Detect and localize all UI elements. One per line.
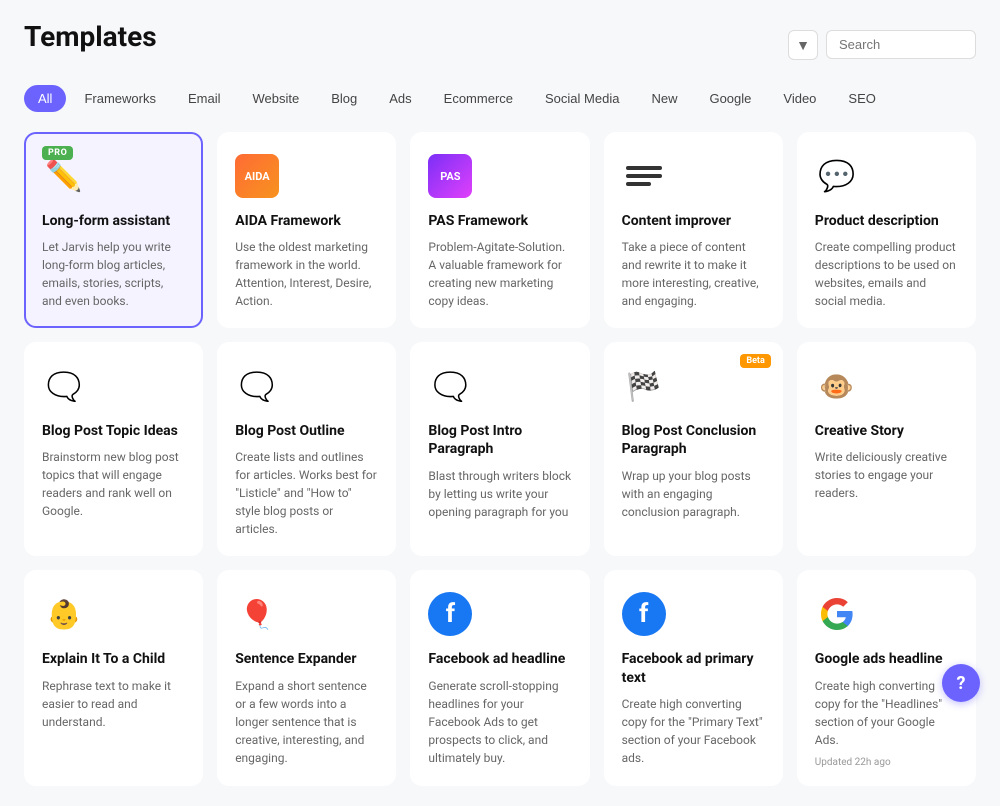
card-title: Blog Post Intro Paragraph [428, 422, 571, 458]
card-blog-intro[interactable]: 🗨️ Blog Post Intro Paragraph Blast through… [410, 342, 589, 556]
tab-email[interactable]: Email [174, 85, 235, 112]
card-fb-headline[interactable]: fFacebook ad headlineGenerate scroll-sto… [410, 570, 589, 785]
card-title: Explain It To a Child [42, 650, 185, 668]
page-header: Templates ▼ AllFrameworksEmailWebsiteBlo… [24, 20, 976, 112]
tab-website[interactable]: Website [238, 85, 313, 112]
card-icon: 🎈 [235, 592, 279, 636]
card-title: Facebook ad headline [428, 650, 571, 668]
tab-new[interactable]: New [637, 85, 691, 112]
card-icon: ✏️ [42, 154, 86, 198]
card-title: Long-form assistant [42, 212, 185, 230]
card-icon: f [428, 592, 472, 636]
beta-badge: Beta [740, 354, 770, 368]
card-desc: Use the oldest marketing framework in th… [235, 238, 378, 310]
card-desc: Create high converting copy for the "Hea… [815, 677, 958, 749]
tab-navigation: AllFrameworksEmailWebsiteBlogAdsEcommerc… [24, 85, 976, 112]
card-sentence-expander[interactable]: 🎈Sentence ExpanderExpand a short sentenc… [217, 570, 396, 785]
tab-all[interactable]: All [24, 85, 66, 112]
card-icon: 🗨️ [428, 364, 472, 408]
card-desc: Wrap up your blog posts with an engaging… [622, 467, 765, 521]
card-desc: Brainstorm new blog post topics that wil… [42, 448, 185, 520]
card-desc: Problem-Agitate-Solution. A valuable fra… [428, 238, 571, 310]
search-input[interactable] [826, 30, 976, 59]
cards-grid: PRO✏️ Long-form assistant Let Jarvis help … [24, 132, 976, 786]
card-product-desc[interactable]: 💬 Product description Create compelling pr… [797, 132, 976, 328]
help-button[interactable]: ? [942, 664, 980, 702]
card-fb-primary[interactable]: f Facebook ad primary text Create high con… [604, 570, 783, 785]
card-icon: 💬 [815, 154, 859, 198]
card-icon: 👶 [42, 592, 86, 636]
card-title: Blog Post Conclusion Paragraph [622, 422, 765, 458]
card-blog-outline[interactable]: 🗨️ Blog Post Outline Create lists and outl… [217, 342, 396, 556]
card-desc: Create compelling product descriptions t… [815, 238, 958, 310]
card-title: Creative Story [815, 422, 958, 440]
card-pas[interactable]: PAS PAS Framework Problem-Agitate-Solution… [410, 132, 589, 328]
card-icon: 🏁 [622, 364, 666, 408]
tab-ads[interactable]: Ads [375, 85, 425, 112]
updated-label: Updated 22h ago [815, 757, 958, 768]
card-blog-conclusion[interactable]: Beta 🏁 Blog Post Conclusion Paragraph Wrap … [604, 342, 783, 556]
pro-badge: PRO [42, 146, 73, 160]
card-title: Content improver [622, 212, 765, 230]
tab-google[interactable]: Google [695, 85, 765, 112]
filter-button[interactable]: ▼ [788, 30, 818, 60]
card-icon: 🗨️ [42, 364, 86, 408]
card-title: Facebook ad primary text [622, 650, 765, 686]
tab-blog[interactable]: Blog [317, 85, 371, 112]
tab-video[interactable]: Video [769, 85, 830, 112]
card-title: Product description [815, 212, 958, 230]
card-desc: Let Jarvis help you write long-form blog… [42, 238, 185, 310]
card-desc: Rephrase text to make it easier to read … [42, 677, 185, 731]
card-icon [815, 592, 859, 636]
tab-seo[interactable]: SEO [834, 85, 889, 112]
card-icon: 🗨️ [235, 364, 279, 408]
card-creative-story[interactable]: 🐵 Creative Story Write deliciously creativ… [797, 342, 976, 556]
tab-social-media[interactable]: Social Media [531, 85, 633, 112]
card-icon: AIDA [235, 154, 279, 198]
card-explain-child[interactable]: 👶 Explain It To a Child Rephrase text to m… [24, 570, 203, 785]
card-icon: 🐵 [815, 364, 859, 408]
card-aida[interactable]: AIDA AIDA Framework Use the oldest marketi… [217, 132, 396, 328]
page-title: Templates [24, 20, 157, 53]
tab-ecommerce[interactable]: Ecommerce [430, 85, 527, 112]
card-icon [622, 154, 666, 198]
card-content-improver[interactable]: Content improver Take a piece of content … [604, 132, 783, 328]
card-title: Sentence Expander [235, 650, 378, 668]
card-title: Google ads headline [815, 650, 958, 668]
card-long-form[interactable]: PRO✏️ Long-form assistant Let Jarvis help … [24, 132, 203, 328]
card-title: PAS Framework [428, 212, 571, 230]
card-icon: PAS [428, 154, 472, 198]
tab-frameworks[interactable]: Frameworks [70, 85, 170, 112]
card-blog-topic[interactable]: 🗨️ Blog Post Topic Ideas Brainstorm new bl… [24, 342, 203, 556]
card-desc: Blast through writers block by letting u… [428, 467, 571, 521]
card-icon: f [622, 592, 666, 636]
card-title: Blog Post Outline [235, 422, 378, 440]
card-title: AIDA Framework [235, 212, 378, 230]
card-desc: Create high converting copy for the "Pri… [622, 695, 765, 767]
card-desc: Write deliciously creative stories to en… [815, 448, 958, 502]
card-title: Blog Post Topic Ideas [42, 422, 185, 440]
card-desc: Create lists and outlines for articles. … [235, 448, 378, 538]
card-desc: Take a piece of content and rewrite it t… [622, 238, 765, 310]
